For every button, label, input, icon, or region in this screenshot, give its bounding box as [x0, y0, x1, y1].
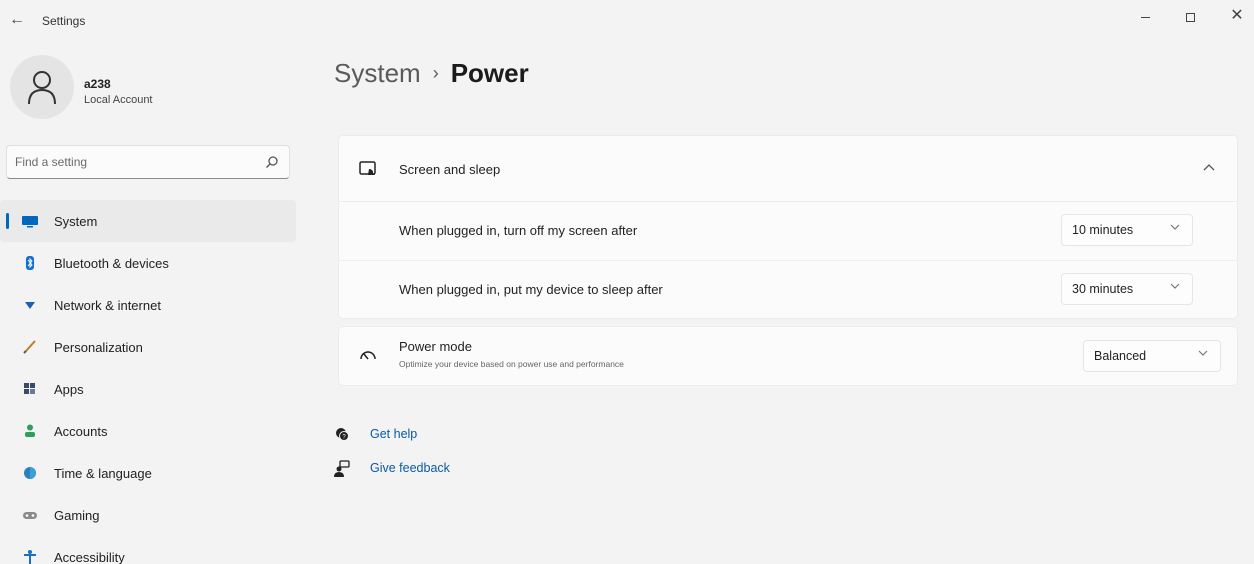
power-mode-description: Optimize your device based on power use … [399, 359, 624, 369]
search-box [6, 145, 290, 179]
close-button[interactable]: ✕ [1222, 4, 1252, 28]
sleep-value: 30 minutes [1072, 282, 1134, 296]
avatar [10, 55, 74, 119]
screen-sleep-title: Screen and sleep [399, 162, 501, 177]
sidebar-item-label: Apps [54, 382, 84, 397]
sidebar-item-bluetooth[interactable]: Bluetooth & devices [0, 242, 296, 284]
give-feedback-link[interactable]: Give feedback [334, 456, 534, 490]
back-button[interactable]: ← [6, 9, 28, 31]
chevron-down-icon [1198, 350, 1208, 356]
close-icon: ✕ [1230, 7, 1244, 24]
account-type: Local Account [84, 94, 153, 106]
power-mode-value: Balanced [1094, 349, 1147, 363]
sidebar-item-label: Personalization [54, 340, 143, 355]
power-mode-dropdown[interactable]: Balanced [1083, 340, 1221, 372]
breadcrumb-parent[interactable]: System [334, 58, 421, 88]
sidebar-nav: System Bluetooth & devices Network & int… [0, 200, 296, 564]
power-mode-title: Power mode [399, 339, 472, 354]
sidebar-item-label: Network & internet [54, 298, 161, 313]
apps-icon [24, 383, 35, 394]
user-profile[interactable]: a238 Local Account [10, 55, 290, 125]
search-icon[interactable] [265, 155, 279, 169]
chevron-down-icon [1170, 283, 1180, 289]
network-wifi-icon [25, 302, 35, 309]
sidebar-item-label: Accessibility [54, 550, 125, 564]
maximize-button[interactable] [1175, 4, 1205, 28]
minimize-button[interactable] [1130, 4, 1160, 28]
help-links: ? Get help Give feedback [334, 422, 534, 490]
brush-icon [23, 340, 36, 354]
gamepad-icon [23, 512, 37, 519]
get-help-link[interactable]: ? Get help [334, 422, 534, 456]
minimize-icon [1140, 16, 1150, 18]
bluetooth-icon [26, 256, 34, 270]
breadcrumb: System › Power [334, 58, 529, 98]
title-bar: ← Settings ✕ [0, 0, 1254, 40]
active-indicator [6, 213, 9, 229]
sidebar-item-time-language[interactable]: Time & language [0, 452, 296, 494]
help-chat-icon: ? [336, 428, 349, 441]
app-title: Settings [42, 14, 86, 28]
sidebar-item-network[interactable]: Network & internet [0, 284, 296, 326]
get-help-text: Get help [370, 427, 418, 441]
give-feedback-text: Give feedback [370, 461, 450, 475]
breadcrumb-separator-icon: › [432, 63, 439, 83]
screen-off-row: When plugged in, turn off my screen afte… [339, 202, 1237, 260]
accounts-icon [25, 424, 35, 437]
back-arrow-icon: ← [9, 11, 25, 28]
screen-off-dropdown[interactable]: 10 minutes [1061, 214, 1193, 246]
sidebar-item-accessibility[interactable]: Accessibility [0, 536, 296, 564]
sidebar-item-label: Accounts [54, 424, 108, 439]
user-name: a238 [84, 77, 111, 91]
screen-sleep-card: Screen and sleep When plugged in, turn o… [338, 135, 1238, 319]
person-icon [28, 71, 56, 105]
maximize-icon [1185, 12, 1195, 22]
sidebar-item-label: Gaming [54, 508, 100, 523]
screen-sleep-header[interactable]: Screen and sleep [339, 136, 1237, 202]
chevron-up-icon[interactable] [1203, 158, 1215, 174]
page-title: Power [450, 58, 529, 88]
sidebar-item-personalization[interactable]: Personalization [0, 326, 296, 368]
chevron-down-icon [1170, 224, 1180, 230]
feedback-person-icon [334, 460, 350, 477]
sidebar-item-label: Bluetooth & devices [54, 256, 169, 271]
sidebar-item-accounts[interactable]: Accounts [0, 410, 296, 452]
sidebar-item-label: Time & language [54, 466, 152, 481]
system-display-icon [22, 216, 38, 228]
screen-off-value: 10 minutes [1072, 223, 1134, 237]
screen-sleep-icon [359, 161, 376, 175]
globe-clock-icon [24, 467, 36, 479]
sidebar-item-gaming[interactable]: Gaming [0, 494, 296, 536]
power-mode-card: Power mode Optimize your device based on… [338, 326, 1238, 386]
settings-window: ← Settings ✕ a238 Local Account Find a s… [0, 0, 1254, 564]
power-mode-gauge-icon [360, 351, 376, 360]
sidebar-item-system[interactable]: System [0, 200, 296, 242]
sleep-row: When plugged in, put my device to sleep … [339, 260, 1237, 318]
screen-off-label: When plugged in, turn off my screen afte… [399, 223, 638, 238]
sleep-label: When plugged in, put my device to sleep … [399, 282, 663, 297]
sleep-dropdown[interactable]: 30 minutes [1061, 273, 1193, 305]
accessibility-icon [24, 550, 36, 564]
search-input[interactable] [7, 146, 257, 178]
sidebar-item-label: System [54, 214, 98, 229]
sidebar-item-apps[interactable]: Apps [0, 368, 296, 410]
